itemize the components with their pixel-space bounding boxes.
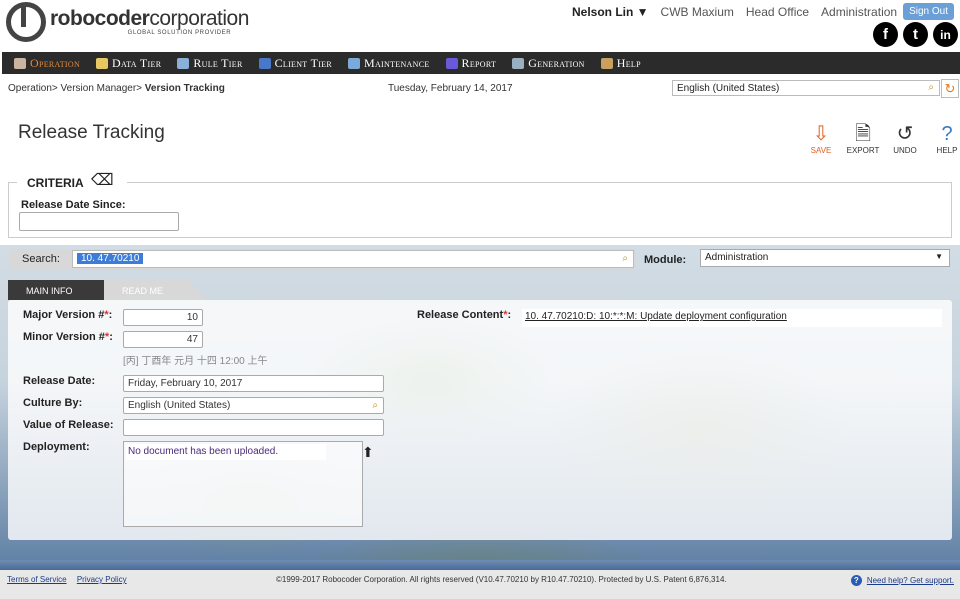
- module-select[interactable]: Administration ▼: [700, 249, 950, 267]
- footer-band: [0, 560, 960, 570]
- nav-maintenance[interactable]: Maintenance: [348, 56, 430, 71]
- release-content-label: Release Content*:: [417, 309, 512, 321]
- nav-help[interactable]: Help: [600, 56, 641, 71]
- module-label: Module:: [644, 254, 687, 266]
- link-head-office[interactable]: Head Office: [746, 5, 809, 19]
- rule-tier-icon: [177, 57, 190, 69]
- page-area: Release Tracking ⇩ SAVE 🗎 EXPORT ↺ UNDO ? HE…: [0, 100, 960, 245]
- value-of-release-label: Value of Release:: [23, 419, 114, 431]
- terms-link[interactable]: Terms of Service: [7, 575, 67, 584]
- major-version-input[interactable]: 10: [123, 309, 203, 326]
- maintenance-icon: [348, 57, 360, 69]
- breadcrumb-current: Version Tracking: [141, 83, 225, 94]
- deployment-message: No document has been uploaded.: [126, 444, 326, 460]
- release-date-since-input[interactable]: [19, 212, 179, 231]
- nav-data-tier[interactable]: Data Tier: [96, 56, 161, 71]
- social-links: f t in: [868, 22, 958, 47]
- minor-version-label: Minor Version #*:: [23, 331, 113, 343]
- release-content-link[interactable]: 10. 47.70210:D: 10:*:*:M: Update deploym…: [522, 309, 942, 327]
- breadcrumb-version-manager[interactable]: Version Manager>: [58, 83, 142, 94]
- logo[interactable]: robocodercorporation GLOBAL SOLUTION PRO…: [6, 2, 249, 42]
- release-date-since-label: Release Date Since:: [21, 199, 126, 211]
- link-administration[interactable]: Administration: [821, 5, 897, 19]
- current-date: Tuesday, February 14, 2017: [388, 83, 513, 94]
- culture-by-input[interactable]: English (United States) ⌕: [123, 397, 384, 414]
- undo-icon: ↺: [896, 123, 914, 145]
- breadcrumb-operation[interactable]: Operation>: [8, 83, 58, 94]
- link-cwb-maxium[interactable]: CWB Maxium: [661, 5, 734, 19]
- release-date-input[interactable]: Friday, February 10, 2017: [123, 375, 384, 392]
- nav-operation[interactable]: Operation: [14, 56, 80, 71]
- search-label: Search:: [22, 253, 60, 265]
- nav-generation[interactable]: Generation: [512, 56, 585, 71]
- footer: Terms of Service Privacy Policy ©1999-20…: [0, 570, 960, 599]
- minor-version-input[interactable]: 47: [123, 331, 203, 348]
- help-icon: ?: [941, 123, 953, 145]
- brand-bold: robocoder: [50, 7, 150, 30]
- help-button[interactable]: ? HELP: [926, 122, 960, 155]
- question-icon: ?: [850, 575, 862, 586]
- search-icon[interactable]: ⌕: [928, 82, 934, 93]
- page-title: Release Tracking: [18, 122, 165, 143]
- report-icon: [445, 57, 458, 69]
- main-info-panel: Major Version #*: 10 Minor Version #*: 4…: [8, 300, 952, 540]
- main-nav: Operation Data Tier Rule Tier Client Tie…: [2, 52, 960, 74]
- operation-icon: [14, 57, 26, 69]
- toolbar: ⇩ SAVE 🗎 EXPORT ↺ UNDO ? HELP: [800, 122, 960, 155]
- value-of-release-input[interactable]: [123, 419, 384, 436]
- major-version-label: Major Version #*:: [23, 309, 113, 321]
- user-menu[interactable]: Nelson Lin ▼: [572, 5, 649, 19]
- nav-rule-tier[interactable]: Rule Tier: [177, 56, 242, 71]
- linkedin-icon[interactable]: in: [933, 22, 958, 47]
- version-hint: [丙] 丁酉年 元月 十四 12:00 上午: [123, 356, 268, 367]
- release-date-label: Release Date:: [23, 375, 96, 387]
- language-select[interactable]: English (United States) ⌕: [672, 80, 940, 96]
- nav-client-tier[interactable]: Client Tier: [258, 56, 332, 71]
- search-bar: Search: 10. 47.70210 ⌕: [10, 249, 636, 269]
- tab-read-me[interactable]: Read Me: [104, 280, 206, 300]
- nav-report[interactable]: Report: [445, 56, 497, 71]
- search-icon[interactable]: ⌕: [372, 400, 378, 411]
- support-link[interactable]: Need help? Get support.: [867, 576, 954, 585]
- search-input[interactable]: 10. 47.70210 ⌕: [72, 250, 634, 268]
- export-icon: 🗎: [854, 123, 872, 145]
- upload-icon[interactable]: ⬆: [362, 444, 374, 461]
- chevron-down-icon: ▼: [935, 252, 943, 261]
- facebook-icon[interactable]: f: [873, 22, 898, 47]
- twitter-icon[interactable]: t: [903, 22, 928, 47]
- save-icon: ⇩: [812, 123, 830, 145]
- breadcrumb: Operation> Version Manager> Version Trac…: [8, 83, 225, 94]
- undo-button[interactable]: ↺ UNDO: [884, 122, 926, 155]
- header: robocodercorporation GLOBAL SOLUTION PRO…: [0, 0, 960, 52]
- top-links: Nelson Lin ▼ CWB Maxium Head Office Admi…: [560, 3, 954, 20]
- brand-light: corporation: [149, 7, 249, 30]
- refresh-icon[interactable]: ↻: [941, 79, 959, 98]
- generation-icon: [512, 57, 525, 69]
- save-button[interactable]: ⇩ SAVE: [800, 122, 842, 155]
- culture-by-label: Culture By:: [23, 397, 83, 409]
- export-button[interactable]: 🗎 EXPORT: [842, 122, 884, 155]
- criteria-title: CRITERIA: [27, 176, 84, 190]
- copyright-text: ©1999-2017 Robocoder Corporation. All ri…: [276, 575, 727, 584]
- criteria-panel: CRITERIA ⌫ Release Date Since:: [8, 172, 952, 238]
- deployment-label: Deployment:: [23, 441, 90, 453]
- logo-icon: [6, 2, 46, 42]
- brand-tagline: GLOBAL SOLUTION PROVIDER: [127, 30, 232, 36]
- client-tier-icon: [258, 57, 271, 69]
- help-nav-icon: [600, 57, 613, 69]
- tab-main-info[interactable]: Main Info: [8, 280, 124, 300]
- data-tier-icon: [96, 57, 109, 69]
- search-icon[interactable]: ⌕: [622, 253, 628, 264]
- privacy-link[interactable]: Privacy Policy: [77, 575, 127, 584]
- sign-out-button[interactable]: Sign Out: [903, 3, 954, 20]
- search-value: 10. 47.70210: [77, 253, 144, 264]
- deployment-box[interactable]: No document has been uploaded.: [123, 441, 363, 527]
- eraser-icon[interactable]: ⌫: [91, 170, 114, 190]
